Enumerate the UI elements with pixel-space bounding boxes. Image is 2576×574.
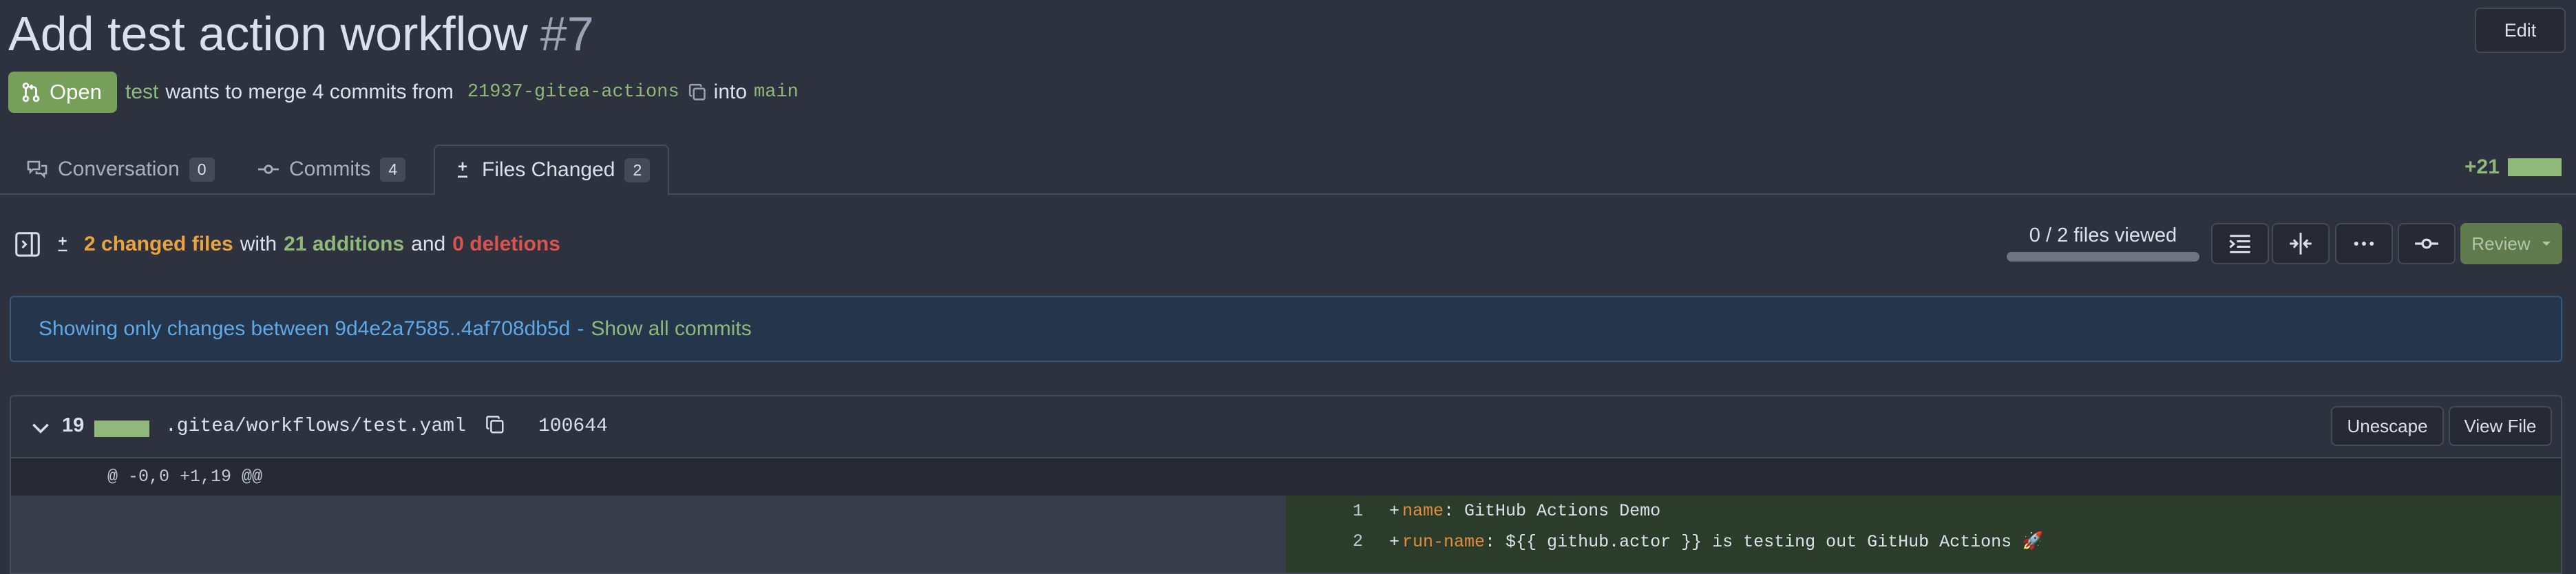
unescape-button[interactable]: Unescape — [2331, 406, 2444, 446]
merge-text: wants to merge 4 commits from — [165, 81, 454, 103]
banner-separator: - — [577, 317, 584, 340]
whitespace-icon — [2228, 231, 2252, 256]
more-options-button[interactable] — [2335, 223, 2393, 264]
file-mode: 100644 — [538, 416, 608, 437]
show-all-commits-link[interactable]: Show all commits — [591, 317, 751, 341]
conversation-icon — [26, 158, 48, 180]
diff-summary: 2 changed files with 21 additions and 0 … — [14, 227, 560, 262]
tab-count: 2 — [624, 158, 651, 182]
file-changes-bar — [94, 421, 149, 437]
additions-count: 21 additions — [284, 233, 405, 255]
into-text: into — [713, 81, 748, 103]
line-code: + name: GitHub Actions Demo — [1389, 501, 1660, 521]
diff-icon — [54, 235, 72, 253]
diff-stat-bar — [2507, 158, 2562, 176]
pr-title-text: Add test action workflow — [8, 7, 528, 61]
line-code: + run-name: ${{ github.actor }} is testin… — [1389, 531, 2043, 552]
summary-and: and — [411, 233, 446, 255]
kebab-icon — [2352, 231, 2376, 256]
tab-count: 0 — [189, 157, 215, 182]
tab-label: Commits — [289, 158, 371, 180]
files-viewed-label: 0 / 2 files viewed — [2029, 224, 2177, 246]
commit-select-button[interactable] — [2398, 223, 2456, 264]
view-file-button[interactable]: View File — [2449, 406, 2552, 446]
diff-stat: +21 — [2464, 156, 2562, 179]
yaml-value: : GitHub Actions Demo — [1444, 501, 1661, 521]
tab-label: Files Changed — [482, 158, 615, 181]
base-branch-link[interactable]: main — [754, 82, 799, 103]
yaml-key: name — [1402, 501, 1444, 521]
status-badge-label: Open — [50, 80, 102, 104]
tab-files-changed[interactable]: Files Changed 2 — [434, 145, 670, 195]
head-branch-link[interactable]: 21937-gitea-actions — [467, 82, 679, 103]
commit-icon — [257, 158, 279, 180]
diff-line: 1 + name: GitHub Actions Demo — [1286, 496, 2561, 526]
expand-all-button[interactable] — [2272, 223, 2330, 264]
deletions-count: 0 deletions — [452, 233, 560, 255]
review-button[interactable]: Review — [2460, 223, 2562, 264]
banner-text: Showing only changes between 9d4e2a7585.… — [39, 317, 571, 340]
tab-conversation[interactable]: Conversation 0 — [8, 145, 233, 194]
expand-icon — [2288, 231, 2313, 256]
file-changes-count: 19 — [62, 414, 85, 436]
line-number[interactable]: 1 — [1286, 501, 1363, 521]
copy-path-icon[interactable] — [485, 414, 505, 435]
pull-request-icon — [21, 82, 41, 103]
chevron-down-icon[interactable] — [29, 416, 52, 439]
author-link[interactable]: test — [125, 81, 158, 104]
file-diff: 19 .gitea/workflows/test.yaml 100644 Une… — [10, 395, 2562, 574]
line-sign: + — [1389, 532, 1400, 552]
whitespace-button[interactable] — [2211, 223, 2269, 264]
diff-icon — [453, 160, 472, 180]
caret-down-icon — [2542, 240, 2551, 247]
diff-line: 2 + run-name: ${{ github.actor }} is test… — [1286, 526, 2561, 556]
hunk-header: @ -0,0 +1,19 @@ — [11, 458, 2561, 496]
commit-range-banner: Showing only changes between 9d4e2a7585.… — [10, 296, 2562, 362]
page-title: Add test action workflow #7 — [8, 3, 594, 65]
line-sign: + — [1389, 501, 1400, 521]
tab-count: 4 — [380, 157, 406, 182]
copy-branch-icon[interactable] — [688, 83, 707, 102]
commit-icon — [2414, 231, 2439, 256]
tab-commits[interactable]: Commits 4 — [240, 145, 423, 194]
yaml-value: : ${{ github.actor }} is testing out Git… — [1485, 532, 2044, 552]
review-button-label: Review — [2471, 233, 2531, 254]
changed-files-count[interactable]: 2 changed files — [84, 233, 233, 256]
tab-label: Conversation — [58, 158, 180, 180]
summary-with: with — [240, 233, 277, 255]
diff-left-pane — [11, 496, 1286, 573]
line-number[interactable]: 2 — [1286, 531, 1363, 551]
hunk-text: @ -0,0 +1,19 @@ — [107, 467, 263, 487]
file-name[interactable]: .gitea/workflows/test.yaml — [165, 416, 466, 437]
merge-info: test wants to merge 4 commits from 21937… — [125, 72, 799, 113]
files-viewed-progress — [2007, 252, 2199, 262]
edit-button[interactable]: Edit — [2475, 8, 2566, 53]
file-header: 19 .gitea/workflows/test.yaml 100644 Une… — [11, 396, 2561, 458]
diff-right-pane: 1 + name: GitHub Actions Demo 2 + run-name… — [1286, 496, 2561, 573]
diff-stat-additions: +21 — [2464, 156, 2500, 178]
yaml-key: run-name — [1402, 532, 1486, 552]
status-badge: Open — [8, 72, 117, 113]
toggle-file-tree-icon[interactable] — [14, 231, 41, 258]
pr-number: #7 — [540, 7, 594, 61]
